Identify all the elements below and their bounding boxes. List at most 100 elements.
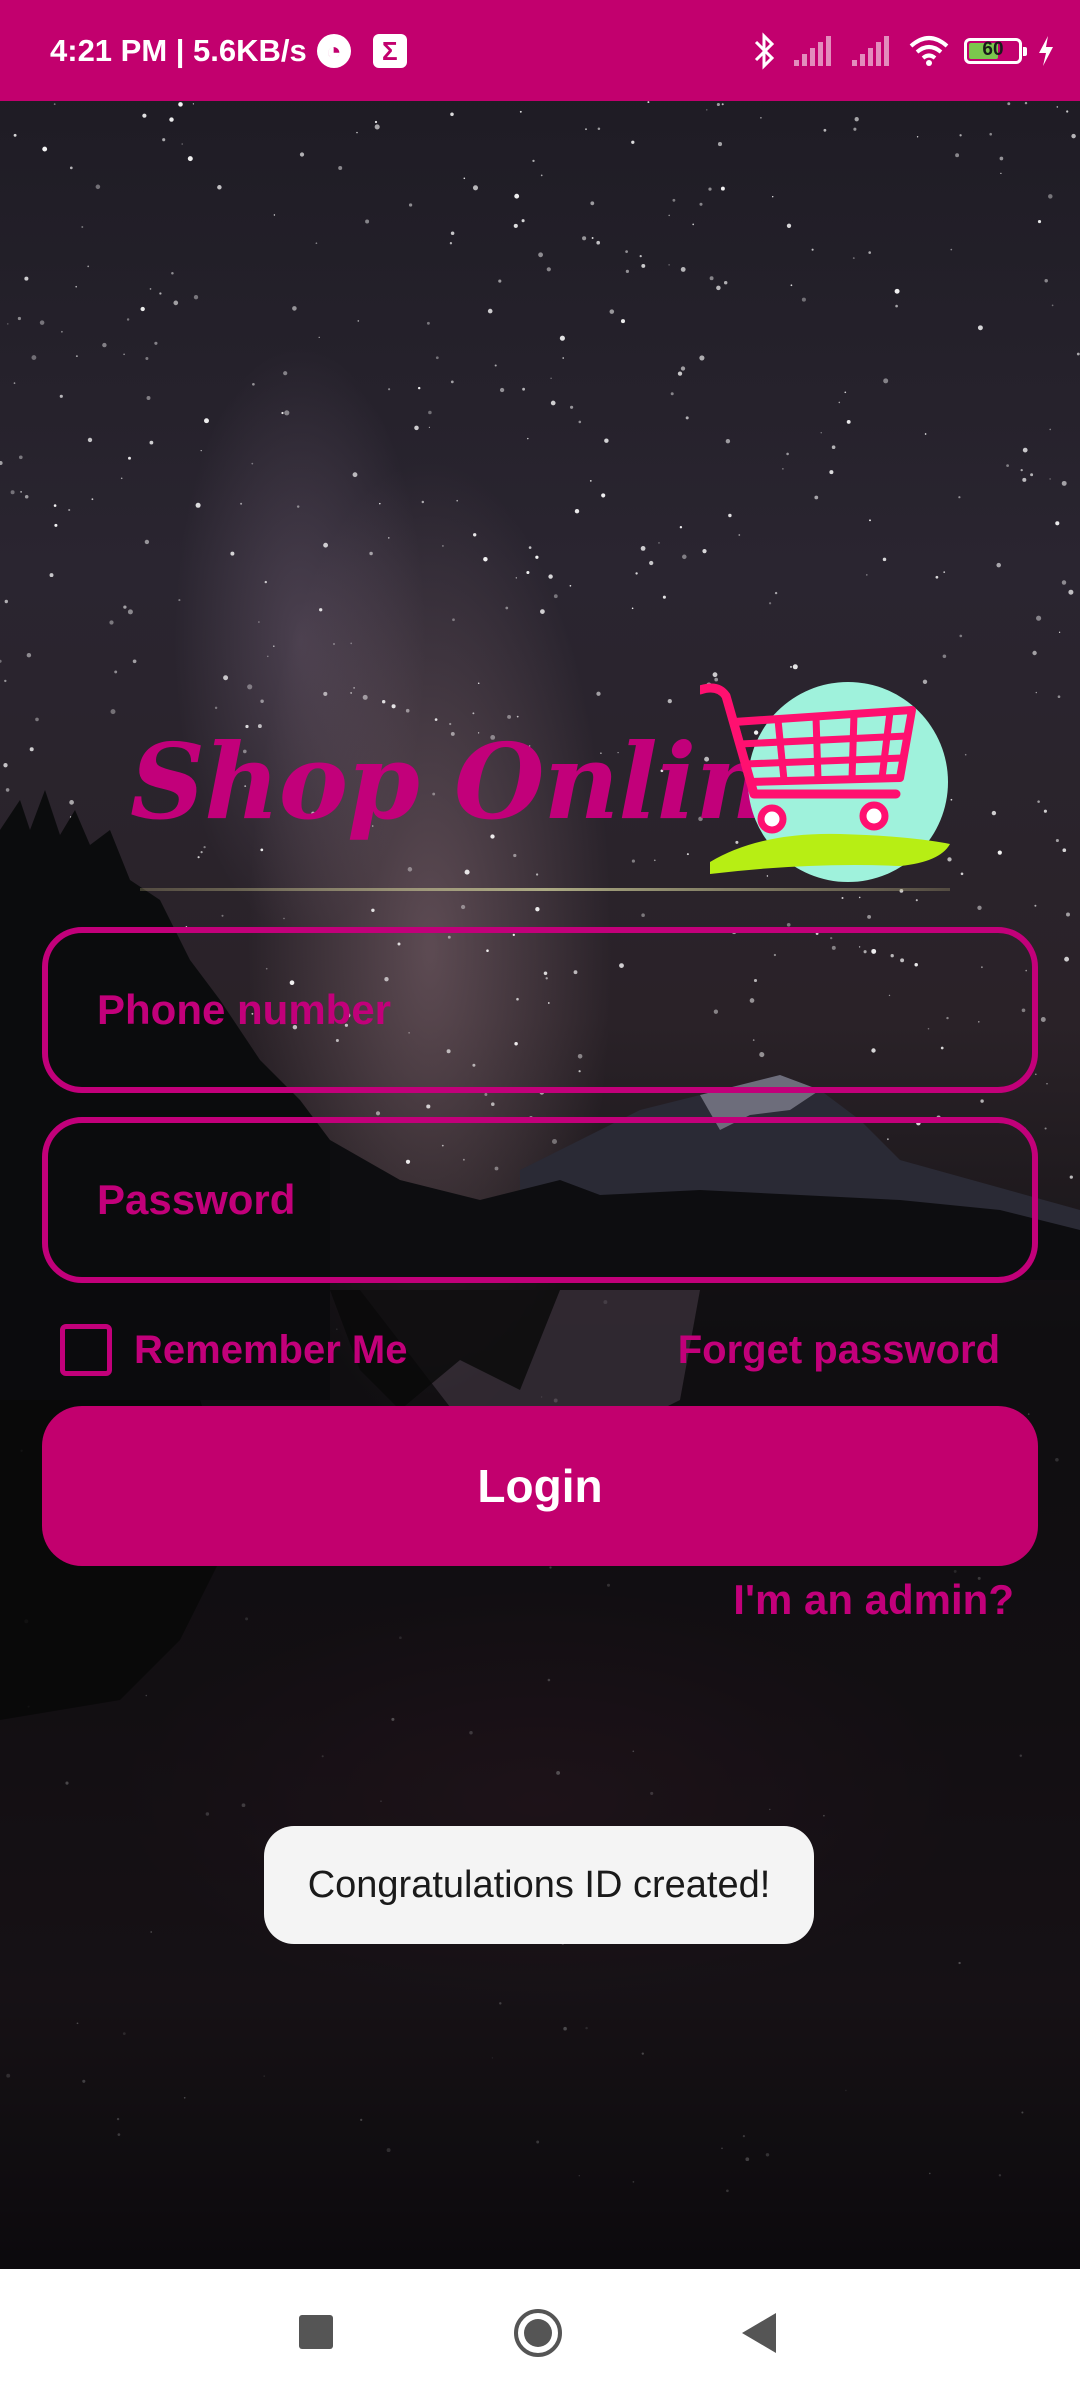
navigation-bar (0, 2269, 1080, 2400)
star (273, 214, 276, 216)
home-icon[interactable] (514, 2309, 562, 2357)
phone-number-input[interactable] (48, 933, 1032, 1087)
star (1006, 464, 1009, 467)
remember-me-label[interactable]: Remember Me (134, 1328, 407, 1373)
star (1061, 480, 1067, 486)
star (1044, 1127, 1047, 1130)
star (417, 386, 421, 390)
star (829, 470, 834, 475)
star (868, 251, 871, 254)
star (1007, 102, 1011, 106)
star (789, 665, 793, 668)
forget-password-link[interactable]: Forget password (678, 1320, 1000, 1380)
star (69, 800, 74, 805)
star (264, 580, 267, 584)
star (535, 555, 539, 559)
star (820, 432, 822, 434)
star (996, 562, 1001, 568)
star (658, 542, 660, 544)
star (140, 306, 145, 312)
star (521, 219, 525, 223)
star (853, 127, 857, 131)
star (54, 523, 58, 527)
battery-icon: 60 (964, 38, 1027, 64)
star (450, 231, 455, 235)
star (916, 136, 919, 138)
star (668, 214, 670, 217)
star (846, 419, 851, 424)
remember-me-checkbox[interactable] (60, 1324, 112, 1376)
star (1049, 428, 1052, 431)
star (1058, 631, 1061, 633)
star (782, 468, 784, 470)
star (589, 479, 592, 482)
star (365, 219, 370, 224)
star (720, 186, 725, 191)
star (123, 353, 125, 356)
star (641, 913, 645, 917)
star (895, 304, 898, 308)
star (1055, 838, 1059, 843)
star (128, 456, 131, 460)
star (109, 620, 114, 625)
star (18, 455, 23, 460)
star (768, 602, 772, 605)
password-field[interactable] (42, 1117, 1038, 1283)
remember-me[interactable]: Remember Me (60, 1320, 407, 1380)
status-bar: 4:21 PM | 5.6KB/s ◔ Σ 60 (0, 0, 1080, 101)
star (449, 242, 453, 245)
admin-link[interactable]: I'm an admin? (733, 1570, 1014, 1630)
star (786, 452, 789, 456)
star (958, 496, 961, 499)
logo-underline (140, 888, 950, 891)
star (771, 195, 774, 198)
star (866, 574, 868, 576)
star (714, 677, 719, 682)
recent-apps-icon[interactable] (299, 2315, 333, 2349)
star (149, 288, 152, 290)
star (546, 267, 551, 272)
phone-number-field[interactable] (42, 927, 1038, 1093)
star (193, 295, 199, 300)
star (831, 445, 836, 450)
signal-icon (794, 36, 831, 66)
star (171, 271, 174, 275)
star (1037, 800, 1040, 803)
star (814, 495, 819, 500)
star (473, 533, 477, 537)
status-left: 4:21 PM | 5.6KB/s ◔ Σ (50, 30, 407, 72)
star (1046, 1083, 1048, 1085)
app-logo: Shop Online (130, 682, 960, 902)
login-button[interactable]: Login (42, 1406, 1038, 1566)
star (640, 546, 646, 551)
star (526, 570, 530, 575)
star (296, 505, 300, 508)
star (641, 263, 646, 268)
star (699, 355, 705, 361)
star (281, 411, 284, 415)
star (26, 652, 32, 658)
star (5, 788, 10, 792)
password-input[interactable] (48, 1123, 1032, 1277)
star (421, 500, 425, 504)
star (110, 709, 116, 715)
star (159, 292, 162, 295)
star (811, 248, 814, 251)
star (801, 297, 806, 302)
star (371, 908, 375, 913)
battery-tip (1023, 47, 1027, 56)
star (114, 670, 118, 674)
star (1066, 912, 1070, 917)
star (87, 437, 93, 443)
star (515, 577, 517, 579)
star (582, 236, 587, 241)
back-icon[interactable] (742, 2313, 776, 2353)
star (460, 904, 466, 910)
star (173, 300, 179, 306)
star (620, 319, 626, 324)
star (702, 549, 707, 554)
star (24, 494, 29, 499)
star (29, 747, 34, 752)
star (625, 250, 628, 253)
star (670, 392, 674, 396)
